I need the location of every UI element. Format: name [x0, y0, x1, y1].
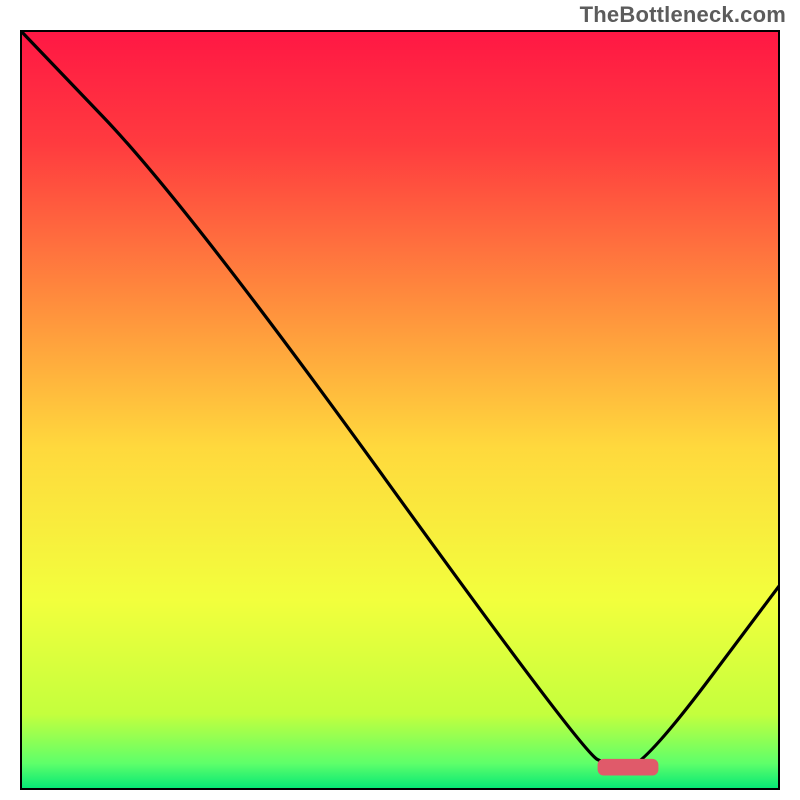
chart-container: TheBottleneck.com [0, 0, 800, 800]
plot-area [20, 30, 780, 790]
optimal-range-marker [598, 759, 659, 776]
bottleneck-chart [20, 30, 780, 790]
watermark-text: TheBottleneck.com [580, 2, 786, 28]
gradient-background [20, 30, 780, 790]
